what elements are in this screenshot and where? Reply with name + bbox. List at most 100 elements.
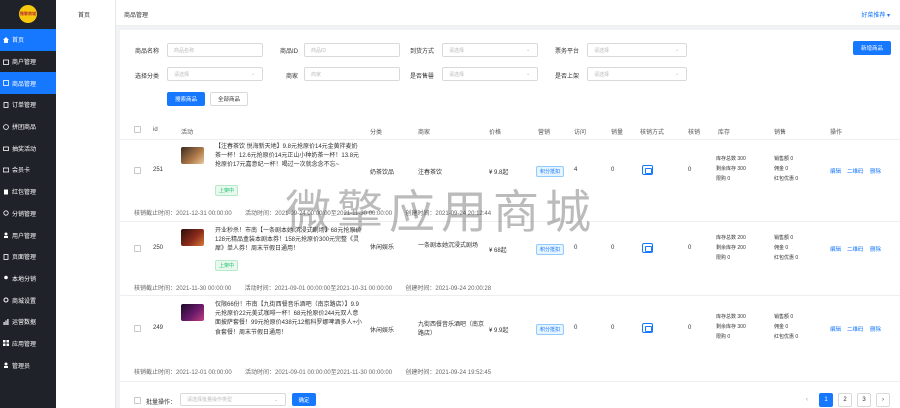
subnav-item-home[interactable]: 首页 bbox=[78, 10, 90, 19]
sales-amount: 销售额 0 bbox=[774, 156, 794, 162]
status-badge: 上架中 bbox=[215, 185, 239, 196]
platform-select[interactable]: 请选择 ⌄ bbox=[587, 43, 687, 57]
sidebar-item-member-card[interactable]: 会员卡 bbox=[0, 159, 56, 181]
all-goods-button[interactable]: 全部商品 bbox=[210, 92, 248, 106]
page-button-3[interactable]: 3 bbox=[857, 393, 871, 407]
batch-action-select[interactable]: 请选择批量操作类型 ⌄ bbox=[180, 393, 286, 406]
onshelf-select[interactable]: 请选择 ⌄ bbox=[587, 67, 687, 81]
category-select[interactable]: 请选择 ⌄ bbox=[167, 67, 263, 81]
sidebar-item-lottery[interactable]: 抽奖活动 bbox=[0, 137, 56, 159]
row-category: 休闲娱乐 bbox=[370, 245, 395, 251]
top-bar: 商品管理 好菜推荐 ▾ bbox=[116, 0, 900, 26]
goods-description: 仅限66份！市南【九街西餐音乐酒吧（南京路店）】9.9元抢原价22元美式咖啡一杯… bbox=[215, 302, 362, 336]
marketing-badge: 积分抵扣 bbox=[536, 244, 565, 255]
sidebar-item-label: 会员卡 bbox=[12, 168, 31, 175]
chevron-down-icon: ⌄ bbox=[274, 397, 279, 403]
sidebar-item-pages[interactable]: 页面管理 bbox=[0, 246, 56, 268]
row-sales: 0 bbox=[611, 325, 615, 331]
placeholder: 请选择 bbox=[594, 71, 610, 78]
delivery-select[interactable]: 请选择 ⌄ bbox=[442, 43, 538, 57]
sidebar-item-mall-settings[interactable]: 商城设置 bbox=[0, 289, 56, 311]
row-price: ¥ 68起 bbox=[489, 248, 507, 254]
filter-category-label: 选择分类 bbox=[135, 74, 160, 80]
sidebar-item-label: 用户管理 bbox=[12, 233, 37, 240]
placeholder: 请选择 bbox=[174, 71, 190, 78]
sidebar-item-local-distribution[interactable]: 本地分销 bbox=[0, 268, 56, 290]
redpacket-discount: 红包优惠 0 bbox=[774, 176, 799, 182]
goods-name-input[interactable]: 商品名称 bbox=[167, 43, 263, 57]
row-checkbox[interactable] bbox=[134, 325, 141, 332]
goods-id-input[interactable]: 商品ID bbox=[304, 43, 400, 57]
row-sales: 0 bbox=[611, 245, 615, 251]
delete-link[interactable]: 删除 bbox=[870, 245, 881, 253]
col-header-id: id bbox=[153, 127, 158, 133]
recommend-dropdown[interactable]: 好菜推荐 ▾ bbox=[861, 10, 890, 19]
sidebar-item-users[interactable]: 用户管理 bbox=[0, 224, 56, 246]
row-category: 奶茶饮品 bbox=[370, 170, 395, 176]
chevron-down-icon: ⌄ bbox=[675, 71, 680, 77]
page-button-1[interactable]: 1 bbox=[819, 393, 833, 407]
sidebar-item-distribution[interactable]: 分销管理 bbox=[0, 203, 56, 225]
filter-delivery-label: 到货方式 bbox=[410, 49, 435, 55]
share-icon bbox=[3, 210, 9, 216]
sidebar: 微擎商城 首页 商户管理 商品管理 订单管理 拼团商品 抽奖活动 会员卡 红包管… bbox=[0, 0, 56, 408]
row-checkbox[interactable] bbox=[134, 245, 141, 252]
filter-merchant-label: 商家 bbox=[286, 74, 299, 80]
limit: 限购 0 bbox=[716, 334, 731, 340]
admin-icon bbox=[3, 362, 9, 369]
edit-link[interactable]: 编辑 bbox=[830, 167, 841, 175]
qrcode-link[interactable]: 二维码 bbox=[847, 167, 864, 175]
select-all-checkbox[interactable] bbox=[134, 126, 141, 133]
qrcode-link[interactable]: 二维码 bbox=[847, 245, 864, 253]
batch-select-checkbox[interactable] bbox=[134, 397, 141, 404]
sidebar-item-merchants[interactable]: 商户管理 bbox=[0, 51, 56, 73]
sidebar-item-apps[interactable]: 应用管理 bbox=[0, 333, 56, 355]
add-goods-button[interactable]: 新增商品 bbox=[853, 41, 891, 55]
sidebar-item-group-buy[interactable]: 拼团商品 bbox=[0, 116, 56, 138]
settings-icon bbox=[3, 297, 9, 303]
verify-method-icon bbox=[642, 243, 653, 253]
stock-total: 库存总数 300 bbox=[716, 314, 746, 320]
chevron-down-icon: ⌄ bbox=[675, 47, 680, 53]
sidebar-item-operation-data[interactable]: 运营数据 bbox=[0, 311, 56, 333]
confirm-button[interactable]: 确定 bbox=[292, 393, 316, 406]
placeholder: 请选择 bbox=[449, 71, 465, 78]
sidebar-item-label: 订单管理 bbox=[12, 103, 37, 110]
sidebar-item-label: 拼团商品 bbox=[12, 125, 37, 132]
row-id: 251 bbox=[153, 167, 164, 173]
row-price: ¥ 9.8起 bbox=[489, 170, 509, 176]
prev-page-button[interactable]: ‹ bbox=[800, 393, 814, 407]
qrcode-link[interactable]: 二维码 bbox=[847, 325, 864, 333]
sidebar-item-admins[interactable]: 管理员 bbox=[0, 354, 56, 376]
col-header-visits: 访问 bbox=[574, 130, 587, 136]
row-checkbox[interactable] bbox=[134, 167, 141, 174]
row-id: 249 bbox=[153, 325, 164, 331]
page-button-2[interactable]: 2 bbox=[838, 393, 852, 407]
stock-info: 库存总数 300 剩余库存 300 限购 0 bbox=[716, 154, 746, 184]
col-header-verify-method: 核销方式 bbox=[640, 130, 665, 136]
edit-link[interactable]: 编辑 bbox=[830, 325, 841, 333]
sidebar-item-redpacket[interactable]: 红包管理 bbox=[0, 181, 56, 203]
page-icon bbox=[3, 253, 9, 260]
edit-link[interactable]: 编辑 bbox=[830, 245, 841, 253]
local-icon bbox=[3, 275, 9, 281]
sidebar-menu: 首页 商户管理 商品管理 订单管理 拼团商品 抽奖活动 会员卡 红包管理 分销管… bbox=[0, 29, 56, 376]
merchant-input[interactable]: 商家 bbox=[304, 67, 400, 81]
delete-link[interactable]: 删除 bbox=[870, 167, 881, 175]
search-goods-button[interactable]: 搜索商品 bbox=[167, 92, 205, 106]
home-icon bbox=[3, 36, 9, 43]
goods-description: 【注春茶饮 悦海新天地】9.8元抢原价14元金黄拌麦奶茶一杯！12.6元抢原价1… bbox=[215, 144, 360, 169]
col-header-stock: 库存 bbox=[718, 130, 731, 136]
sidebar-item-label: 分销管理 bbox=[12, 211, 37, 218]
next-page-button[interactable]: › bbox=[876, 393, 890, 407]
chevron-down-icon: ⌄ bbox=[251, 71, 256, 77]
sidebar-item-goods[interactable]: 商品管理 bbox=[0, 72, 56, 95]
sidebar-item-home[interactable]: 首页 bbox=[0, 29, 56, 51]
row-merchant: 注春茶饮 bbox=[418, 170, 443, 176]
sales-info: 销售额 0 佣金 0 红包优惠 0 bbox=[774, 312, 798, 342]
delete-link[interactable]: 删除 bbox=[870, 325, 881, 333]
stock-total: 库存总数 300 bbox=[716, 156, 746, 162]
marketing-badge: 积分抵扣 bbox=[536, 324, 565, 335]
soldout-select[interactable]: 请选择 ⌄ bbox=[442, 67, 538, 81]
sidebar-item-orders[interactable]: 订单管理 bbox=[0, 94, 56, 116]
